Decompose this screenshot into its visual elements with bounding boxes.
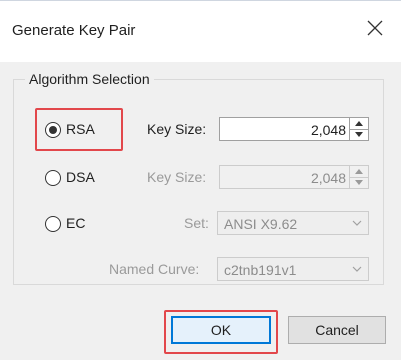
dialog-title: Generate Key Pair: [12, 22, 136, 39]
spin-up-icon: [355, 121, 363, 126]
chevron-down-icon: [352, 266, 362, 272]
ec-set-value: ANSI X9.62: [224, 216, 298, 232]
chevron-down-icon: [352, 220, 362, 226]
dialog-body: Algorithm Selection RSA Key Size: 2,048 …: [0, 62, 401, 360]
dsa-keysize-spinner[interactable]: 2,048: [219, 165, 369, 189]
ec-set-select[interactable]: ANSI X9.62: [217, 211, 369, 235]
close-button[interactable]: [361, 14, 389, 42]
rsa-keysize-value[interactable]: 2,048: [311, 122, 346, 138]
algorithm-group-legend: Algorithm Selection: [25, 71, 154, 87]
dsa-radio[interactable]: [45, 170, 61, 186]
ec-radio[interactable]: [45, 216, 61, 232]
dsa-keysize-spin-buttons: [349, 166, 368, 188]
spin-up-icon: [355, 169, 363, 174]
dsa-radio-label[interactable]: DSA: [66, 169, 95, 185]
title-divider: [0, 0, 401, 1]
rsa-keysize-spin-buttons: [349, 118, 368, 140]
dsa-keysize-value[interactable]: 2,048: [311, 170, 346, 186]
cancel-button[interactable]: Cancel: [288, 316, 386, 344]
spin-down-button[interactable]: [350, 177, 368, 188]
spin-down-icon: [355, 180, 363, 185]
ec-radio-label[interactable]: EC: [66, 215, 85, 231]
close-icon: [367, 20, 383, 36]
rsa-highlight: [35, 108, 123, 151]
ec-curve-label: Named Curve:: [109, 261, 200, 277]
spin-down-icon: [355, 132, 363, 137]
ec-curve-select[interactable]: c2tnb191v1: [217, 257, 369, 281]
dsa-keysize-label: Key Size:: [147, 169, 207, 185]
ok-button[interactable]: OK: [171, 316, 271, 344]
ec-set-label: Set:: [184, 215, 209, 231]
title-bar: Generate Key Pair: [0, 0, 401, 62]
rsa-keysize-label: Key Size:: [147, 121, 207, 137]
ec-curve-value: c2tnb191v1: [224, 262, 297, 278]
rsa-keysize-spinner[interactable]: 2,048: [219, 117, 369, 141]
spin-down-button[interactable]: [350, 129, 368, 140]
